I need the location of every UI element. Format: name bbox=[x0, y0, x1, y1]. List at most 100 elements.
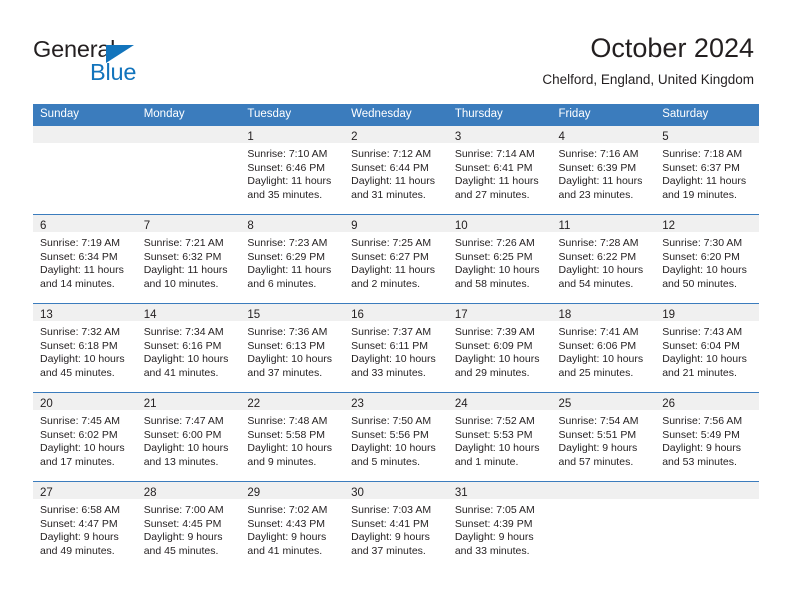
daylight-text: Daylight: 9 hours and 45 minutes. bbox=[143, 531, 223, 557]
calendar-day-cell[interactable]: 19 Sunrise: 7:43 AM Sunset: 6:04 PM Dayligh… bbox=[655, 303, 759, 393]
calendar-day-cell[interactable]: 4 Sunrise: 7:16 AM Sunset: 6:39 PM Daylight… bbox=[551, 126, 656, 215]
calendar-day-cell[interactable]: 24 Sunrise: 7:52 AM Sunset: 5:53 PM Dayligh… bbox=[447, 392, 552, 482]
day-number-band: 24 bbox=[447, 393, 552, 410]
calendar-day-cell[interactable]: 29 Sunrise: 7:02 AM Sunset: 4:43 PM Dayligh… bbox=[240, 481, 345, 570]
calendar-day-cell[interactable]: 17 Sunrise: 7:39 AM Sunset: 6:09 PM Dayligh… bbox=[447, 303, 552, 393]
day-info: Sunrise: 7:10 AM Sunset: 6:46 PM Daylight:… bbox=[240, 143, 344, 202]
day-number: 22 bbox=[247, 398, 261, 410]
sunset-text: Sunset: 6:00 PM bbox=[143, 428, 222, 441]
calendar-day-cell[interactable]: 20 Sunrise: 7:45 AM Sunset: 6:02 PM Dayligh… bbox=[33, 392, 137, 482]
sunrise-text: Sunrise: 7:34 AM bbox=[143, 326, 224, 338]
daylight-text: Daylight: 11 hours and 10 minutes. bbox=[143, 264, 228, 290]
sunrise-text: Sunrise: 7:47 AM bbox=[143, 415, 224, 427]
page-header: General Blue October 2024 Chelford, Engl… bbox=[0, 0, 792, 100]
day-cell-content: 10 Sunrise: 7:26 AM Sunset: 6:25 PM Dayligh… bbox=[447, 215, 552, 303]
daylight-text: Daylight: 10 hours and 54 minutes. bbox=[558, 264, 644, 290]
calendar-week-row: 13 Sunrise: 7:32 AM Sunset: 6:18 PM Dayligh… bbox=[33, 303, 759, 393]
day-cell-content: 23 Sunrise: 7:50 AM Sunset: 5:56 PM Dayligh… bbox=[344, 393, 448, 481]
sunrise-text: Sunrise: 7:41 AM bbox=[558, 326, 639, 338]
day-number-band: 22 bbox=[240, 393, 345, 410]
sunrise-text: Sunrise: 7:23 AM bbox=[247, 237, 328, 249]
calendar-day-cell[interactable]: 16 Sunrise: 7:37 AM Sunset: 6:11 PM Dayligh… bbox=[344, 303, 448, 393]
day-number-band: 7 bbox=[136, 215, 241, 232]
sunset-text: Sunset: 6:22 PM bbox=[558, 250, 637, 263]
daylight-text: Daylight: 10 hours and 50 minutes. bbox=[662, 264, 747, 290]
calendar-day-cell[interactable]: 10 Sunrise: 7:26 AM Sunset: 6:25 PM Dayligh… bbox=[447, 214, 552, 304]
calendar-day-cell[interactable]: 13 Sunrise: 7:32 AM Sunset: 6:18 PM Dayligh… bbox=[33, 303, 137, 393]
sunrise-text: Sunrise: 7:02 AM bbox=[247, 504, 328, 516]
day-info: Sunrise: 7:41 AM Sunset: 6:06 PM Daylight:… bbox=[552, 321, 656, 380]
day-cell-content: 30 Sunrise: 7:03 AM Sunset: 4:41 PM Dayligh… bbox=[344, 482, 448, 570]
calendar-day-cell[interactable]: 14 Sunrise: 7:34 AM Sunset: 6:16 PM Dayligh… bbox=[136, 303, 241, 393]
day-number: 12 bbox=[662, 220, 676, 232]
day-number: 8 bbox=[247, 220, 254, 232]
calendar-day-cell[interactable]: 25 Sunrise: 7:54 AM Sunset: 5:51 PM Dayligh… bbox=[551, 392, 656, 482]
calendar-day-cell[interactable]: 26 Sunrise: 7:56 AM Sunset: 5:49 PM Dayligh… bbox=[655, 392, 759, 482]
daylight-text: Daylight: 10 hours and 33 minutes. bbox=[351, 353, 436, 379]
sunrise-text: Sunrise: 7:37 AM bbox=[351, 326, 432, 338]
calendar-day-cell[interactable]: 18 Sunrise: 7:41 AM Sunset: 6:06 PM Dayligh… bbox=[551, 303, 656, 393]
calendar-day-cell[interactable]: 7 Sunrise: 7:21 AM Sunset: 6:32 PM Daylight… bbox=[136, 214, 241, 304]
sunrise-text: Sunrise: 7:03 AM bbox=[351, 504, 432, 516]
sunrise-text: Sunrise: 7:21 AM bbox=[143, 237, 224, 249]
sunrise-text: Sunrise: 7:14 AM bbox=[454, 148, 535, 160]
calendar-day-cell[interactable]: 21 Sunrise: 7:47 AM Sunset: 6:00 PM Dayligh… bbox=[136, 392, 241, 482]
sunset-text: Sunset: 6:02 PM bbox=[40, 428, 118, 441]
day-number: 16 bbox=[351, 309, 364, 321]
sunrise-text: Sunrise: 7:16 AM bbox=[558, 148, 639, 160]
sunset-text: Sunset: 6:09 PM bbox=[454, 339, 533, 352]
sunrise-text: Sunrise: 7:26 AM bbox=[454, 237, 535, 249]
day-number-band bbox=[33, 126, 137, 143]
day-number: 20 bbox=[40, 398, 53, 410]
sunset-text: Sunset: 6:18 PM bbox=[40, 339, 118, 352]
sunrise-text: Sunrise: 7:48 AM bbox=[247, 415, 328, 427]
calendar-day-cell[interactable]: 27 Sunrise: 6:58 AM Sunset: 4:47 PM Dayligh… bbox=[33, 481, 137, 570]
calendar-day-cell[interactable]: 23 Sunrise: 7:50 AM Sunset: 5:56 PM Dayligh… bbox=[344, 392, 448, 482]
calendar-day-cell[interactable]: 2 Sunrise: 7:12 AM Sunset: 6:44 PM Daylight… bbox=[344, 126, 448, 215]
calendar-day-cell[interactable]: 30 Sunrise: 7:03 AM Sunset: 4:41 PM Dayligh… bbox=[344, 481, 448, 570]
day-number-band: 16 bbox=[344, 304, 448, 321]
day-number: 21 bbox=[143, 398, 157, 410]
day-cell-content: 18 Sunrise: 7:41 AM Sunset: 6:06 PM Dayligh… bbox=[551, 304, 656, 392]
general-blue-logo[interactable]: General Blue bbox=[33, 36, 193, 88]
day-info: Sunrise: 7:39 AM Sunset: 6:09 PM Daylight:… bbox=[448, 321, 552, 380]
day-info: Sunrise: 7:45 AM Sunset: 6:02 PM Daylight:… bbox=[33, 410, 137, 469]
calendar-day-cell[interactable]: 1 Sunrise: 7:10 AM Sunset: 6:46 PM Daylight… bbox=[240, 126, 345, 215]
sunset-text: Sunset: 6:34 PM bbox=[40, 250, 118, 263]
calendar-day-cell[interactable]: 9 Sunrise: 7:25 AM Sunset: 6:27 PM Daylight… bbox=[344, 214, 448, 304]
calendar-day-cell[interactable]: 22 Sunrise: 7:48 AM Sunset: 5:58 PM Dayligh… bbox=[240, 392, 345, 482]
day-number-band: 29 bbox=[240, 482, 345, 499]
sunrise-text: Sunrise: 7:25 AM bbox=[351, 237, 432, 249]
day-number: 26 bbox=[662, 398, 676, 410]
calendar-day-cell[interactable]: 28 Sunrise: 7:00 AM Sunset: 4:45 PM Dayligh… bbox=[136, 481, 241, 570]
day-number: 23 bbox=[351, 398, 364, 410]
day-info: Sunrise: 7:36 AM Sunset: 6:13 PM Daylight:… bbox=[240, 321, 344, 380]
calendar-day-cell[interactable]: 6 Sunrise: 7:19 AM Sunset: 6:34 PM Daylight… bbox=[33, 214, 137, 304]
day-number-band: 10 bbox=[447, 215, 552, 232]
sunset-text: Sunset: 6:06 PM bbox=[558, 339, 637, 352]
day-number: 5 bbox=[662, 131, 669, 143]
sunset-text: Sunset: 6:41 PM bbox=[454, 161, 533, 174]
calendar-day-cell[interactable]: 31 Sunrise: 7:05 AM Sunset: 4:39 PM Dayligh… bbox=[447, 481, 552, 570]
calendar-day-cell[interactable]: 3 Sunrise: 7:14 AM Sunset: 6:41 PM Daylight… bbox=[447, 126, 552, 215]
day-number: 9 bbox=[351, 220, 358, 232]
day-number-band: 4 bbox=[551, 126, 656, 143]
title-block: October 2024 Chelford, England, United K… bbox=[542, 32, 754, 88]
calendar-day-cell[interactable]: 12 Sunrise: 7:30 AM Sunset: 6:20 PM Dayligh… bbox=[655, 214, 759, 304]
logo-text-blue: Blue bbox=[90, 59, 137, 85]
day-cell-content: 3 Sunrise: 7:14 AM Sunset: 6:41 PM Daylight… bbox=[447, 126, 552, 214]
day-cell-content bbox=[551, 482, 656, 570]
calendar-day-cell[interactable]: 15 Sunrise: 7:36 AM Sunset: 6:13 PM Dayligh… bbox=[240, 303, 345, 393]
day-number: 1 bbox=[247, 131, 254, 143]
sunset-text: Sunset: 6:39 PM bbox=[558, 161, 637, 174]
daylight-text: Daylight: 9 hours and 37 minutes. bbox=[351, 531, 430, 557]
day-number-band: 28 bbox=[136, 482, 241, 499]
calendar-day-cell[interactable]: 8 Sunrise: 7:23 AM Sunset: 6:29 PM Daylight… bbox=[240, 214, 345, 304]
day-info: Sunrise: 7:30 AM Sunset: 6:20 PM Daylight:… bbox=[655, 232, 759, 291]
day-cell-content: 27 Sunrise: 6:58 AM Sunset: 4:47 PM Dayligh… bbox=[33, 482, 137, 570]
day-number-band: 30 bbox=[344, 482, 448, 499]
calendar-day-cell[interactable]: 5 Sunrise: 7:18 AM Sunset: 6:37 PM Daylight… bbox=[655, 126, 759, 215]
day-cell-content bbox=[655, 482, 759, 570]
calendar-day-cell bbox=[136, 126, 241, 215]
calendar-day-cell[interactable]: 11 Sunrise: 7:28 AM Sunset: 6:22 PM Dayligh… bbox=[551, 214, 656, 304]
